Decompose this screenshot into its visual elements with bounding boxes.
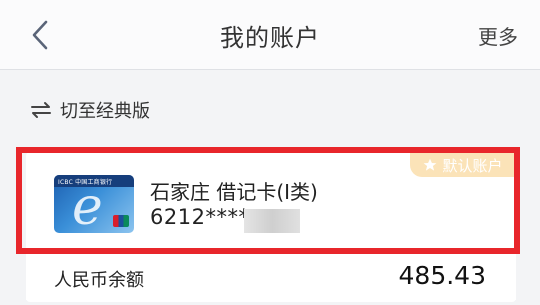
balance-row[interactable]: 人民币余额 485.43 [26, 256, 516, 300]
switch-classic-button[interactable]: 切至经典版 [30, 96, 150, 124]
balance-label: 人民币余额 [54, 270, 144, 291]
page-title: 我的账户 [220, 24, 320, 52]
unionpay-logo-icon [113, 215, 129, 227]
top-bar: 我的账户 更多 [0, 0, 540, 70]
more-button[interactable]: 更多 [478, 21, 518, 50]
card-e-logo-icon: e [72, 177, 103, 233]
balance-value: 485.43 [398, 261, 486, 290]
account-name: 石家庄 借记卡(I类) [150, 180, 318, 204]
default-badge-label: 默认账户 [442, 156, 503, 175]
masked-number-blur [244, 209, 300, 233]
switch-classic-label: 切至经典版 [60, 101, 150, 122]
default-account-badge: 默认账户 [410, 153, 516, 177]
bank-card-icon: ICBC 中国工商银行 e [54, 175, 134, 233]
star-icon [424, 158, 437, 171]
account-number: 6212**** [150, 205, 250, 229]
swap-arrows-icon [31, 102, 51, 118]
